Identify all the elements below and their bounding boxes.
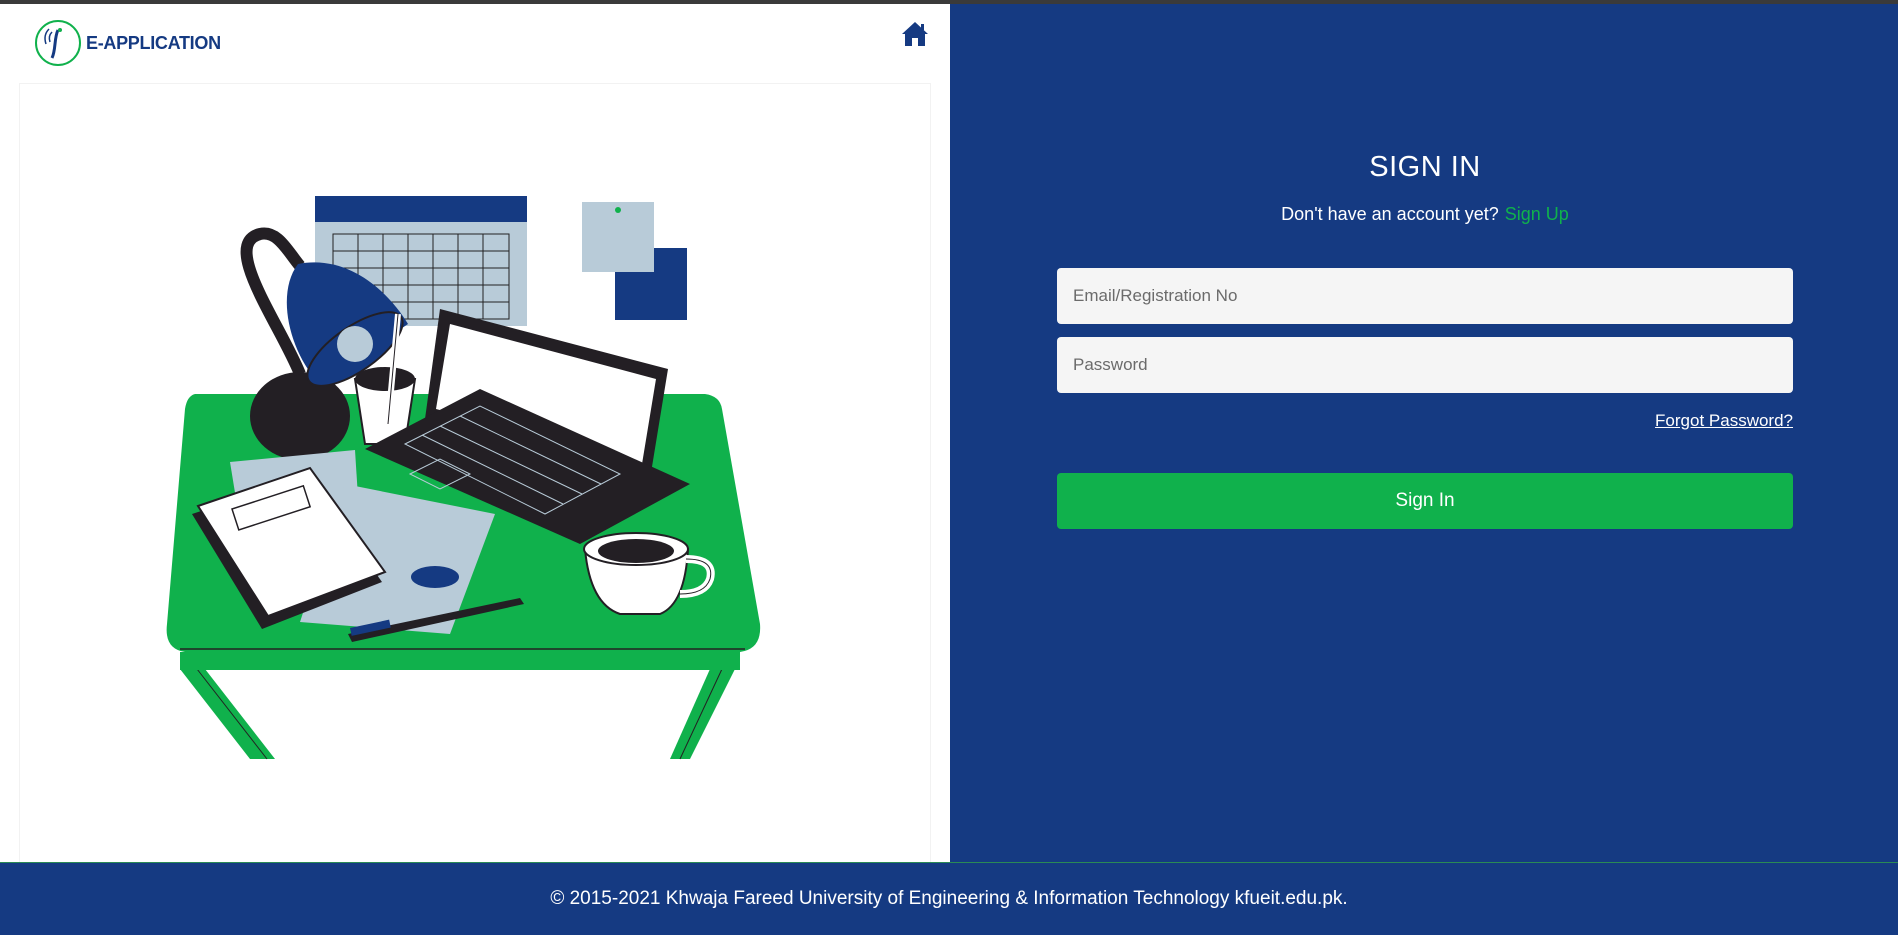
signup-prompt: Don't have an account yet? Sign Up <box>1057 204 1793 225</box>
desk-workspace-illustration <box>166 196 761 760</box>
footer: © 2015-2021 Khwaja Fareed University of … <box>0 862 1898 935</box>
footer-copyright: © 2015-2021 Khwaja Fareed University of … <box>550 888 1348 909</box>
illustration-side: E-APPLICATION <box>0 4 950 866</box>
university-logo-icon <box>35 20 81 66</box>
signup-prompt-text: Don't have an account yet? <box>1281 204 1499 224</box>
signup-link[interactable]: Sign Up <box>1505 204 1569 224</box>
forgot-password-link[interactable]: Forgot Password? <box>1057 411 1793 431</box>
logo-text: E-APPLICATION <box>86 32 221 53</box>
brand-logo[interactable]: E-APPLICATION <box>34 18 221 68</box>
signin-side <box>950 4 1898 862</box>
password-field[interactable] <box>1057 337 1793 393</box>
email-registration-field[interactable] <box>1057 268 1793 324</box>
home-icon[interactable] <box>900 20 930 48</box>
signin-button[interactable]: Sign In <box>1057 473 1793 529</box>
signin-title: SIGN IN <box>1369 151 1481 183</box>
